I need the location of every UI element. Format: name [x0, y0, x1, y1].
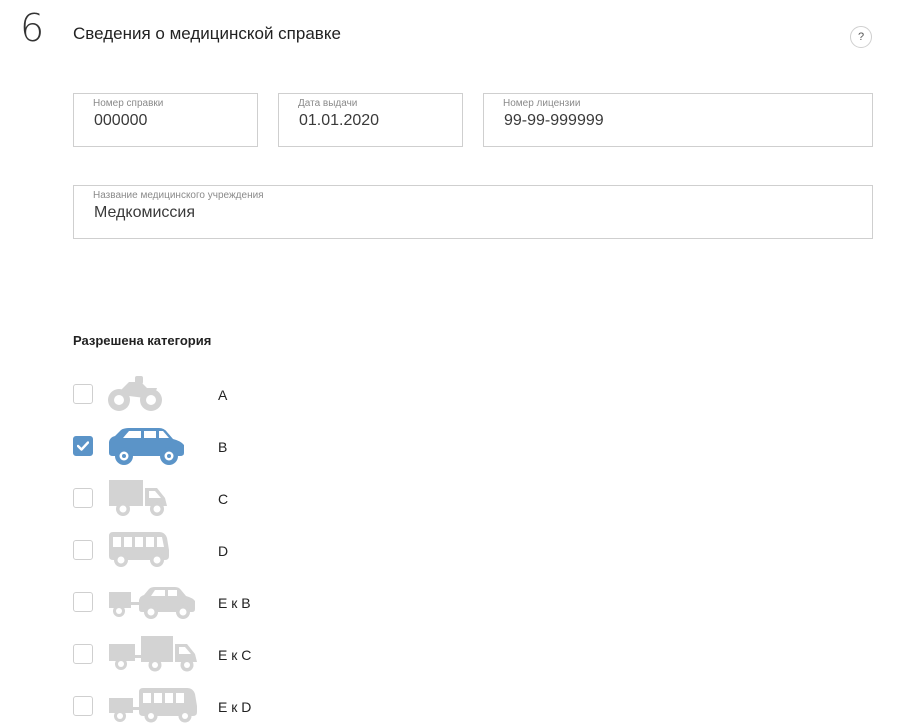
- category-checkbox-e-b[interactable]: [73, 592, 93, 612]
- issue-date-label: Дата выдачи: [298, 98, 358, 109]
- motorcycle-icon: [108, 376, 162, 411]
- category-row-e-d[interactable]: E к D: [73, 686, 373, 726]
- medical-institution-field[interactable]: Название медицинского учреждения: [73, 185, 873, 239]
- certificate-number-label: Номер справки: [93, 98, 164, 109]
- certificate-number-input[interactable]: [94, 111, 237, 131]
- category-row-d[interactable]: D: [73, 530, 373, 570]
- category-label-e-b: E к B: [218, 595, 251, 611]
- category-row-e-c[interactable]: E к C: [73, 634, 373, 674]
- issue-date-input[interactable]: [299, 111, 442, 131]
- category-row-c[interactable]: C: [73, 478, 373, 518]
- checkmark-icon: [77, 441, 89, 451]
- truck-icon: [109, 480, 167, 516]
- category-label-c: C: [218, 491, 229, 507]
- trailer-truck-icon: [109, 636, 197, 672]
- license-number-field[interactable]: Номер лицензии: [483, 93, 873, 147]
- trailer-car-icon: [109, 587, 195, 619]
- medical-institution-input[interactable]: [94, 203, 852, 223]
- category-label-d: D: [218, 543, 229, 559]
- category-row-e-b[interactable]: E к B: [73, 582, 373, 622]
- step-number: 6: [20, 6, 45, 50]
- trailer-bus-icon: [109, 688, 197, 723]
- category-checkbox-c[interactable]: [73, 488, 93, 508]
- category-label-e-d: E к D: [218, 699, 252, 715]
- category-checkbox-b[interactable]: [73, 436, 93, 456]
- license-number-label: Номер лицензии: [503, 98, 581, 109]
- section-title: Сведения о медицинской справке: [73, 24, 341, 43]
- category-label-e-c: E к C: [218, 647, 252, 663]
- bus-icon: [109, 532, 169, 567]
- category-label-a: A: [218, 387, 228, 403]
- category-checkbox-a[interactable]: [73, 384, 93, 404]
- category-checkbox-e-c[interactable]: [73, 644, 93, 664]
- car-icon: [109, 428, 184, 465]
- category-checkbox-e-d[interactable]: [73, 696, 93, 716]
- license-number-input[interactable]: [504, 111, 852, 131]
- certificate-number-field[interactable]: Номер справки: [73, 93, 258, 147]
- category-label-b: B: [218, 439, 228, 455]
- issue-date-field[interactable]: Дата выдачи: [278, 93, 463, 147]
- category-checkbox-d[interactable]: [73, 540, 93, 560]
- help-button[interactable]: ?: [850, 26, 872, 48]
- category-row-b[interactable]: B: [73, 426, 373, 466]
- category-row-a[interactable]: A: [73, 374, 373, 414]
- medical-institution-label: Название медицинского учреждения: [93, 190, 264, 201]
- category-title: Разрешена категория: [73, 333, 212, 348]
